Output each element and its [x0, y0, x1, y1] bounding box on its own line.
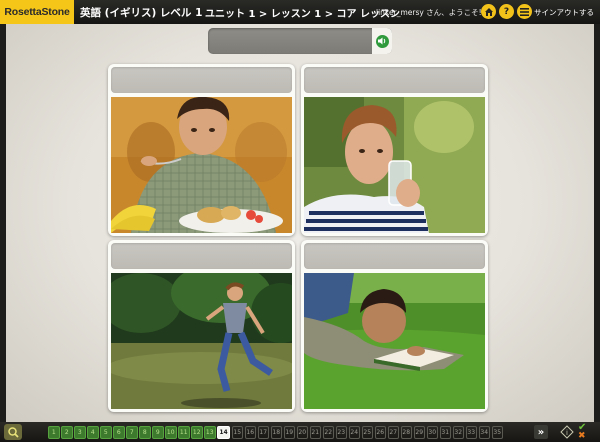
screen-progress: 1 2 3 4 5 6 7 8 9 10 11 12 13 14 15 16 17 18 19 20 21 22 23 24 2… — [48, 426, 503, 439]
screen-tile-26[interactable]: 26 — [374, 426, 386, 439]
screen-tile-7[interactable]: 7 — [126, 426, 138, 439]
answer-card-drinking[interactable] — [301, 64, 488, 236]
screen-tile-9[interactable]: 9 — [152, 426, 164, 439]
screen-tile-28[interactable]: 28 — [400, 426, 412, 439]
photo-boy-reading — [304, 273, 485, 409]
card-label — [304, 67, 485, 93]
screen-tile-11[interactable]: 11 — [178, 426, 190, 439]
screen-tile-32[interactable]: 32 — [452, 426, 464, 439]
bottom-bar: 1 2 3 4 5 6 7 8 9 10 11 12 13 14 15 16 17 18 19 20 21 22 23 24 2… — [0, 422, 600, 442]
screen-tile-13[interactable]: 13 — [204, 426, 216, 439]
prompt-text-box — [208, 28, 392, 54]
screen-tile-24[interactable]: 24 — [348, 426, 360, 439]
screen-tile-27[interactable]: 27 — [387, 426, 399, 439]
screen-tile-3[interactable]: 3 — [74, 426, 86, 439]
svg-text:i: i — [566, 429, 568, 437]
screen-nav-icon[interactable] — [4, 424, 22, 440]
answer-card-running[interactable] — [108, 240, 295, 412]
signout-link[interactable]: サインアウトする — [534, 7, 594, 18]
info-icon[interactable]: i — [559, 424, 575, 440]
screen-tile-31[interactable]: 31 — [439, 426, 451, 439]
photo-boy-drinking — [304, 97, 485, 233]
screen-tile-10[interactable]: 10 — [165, 426, 177, 439]
screen-tile-8[interactable]: 8 — [139, 426, 151, 439]
screen-tile-35[interactable]: 35 — [491, 426, 503, 439]
screen-tile-30[interactable]: 30 — [426, 426, 438, 439]
card-label — [304, 243, 485, 269]
next-screens-button[interactable]: » — [534, 425, 548, 439]
screen-tile-4[interactable]: 4 — [87, 426, 99, 439]
card-label — [111, 67, 292, 93]
course-title: 英語 (イギリス) レベル 1 — [80, 6, 203, 19]
photo-boy-running — [111, 273, 292, 409]
screen-tile-21[interactable]: 21 — [309, 426, 321, 439]
rosetta-stone-logo: RosettaStone — [0, 0, 74, 24]
answer-card-eating[interactable] — [108, 64, 295, 236]
menu-icon[interactable] — [517, 4, 532, 19]
screen-tile-33[interactable]: 33 — [465, 426, 477, 439]
audio-button[interactable] — [372, 28, 392, 54]
screen-tile-34[interactable]: 34 — [478, 426, 490, 439]
screen-tile-12[interactable]: 12 — [191, 426, 203, 439]
screen-tile-17[interactable]: 17 — [257, 426, 269, 439]
screen-tile-25[interactable]: 25 — [361, 426, 373, 439]
screen-tile-2[interactable]: 2 — [61, 426, 73, 439]
screen-tile-22[interactable]: 22 — [322, 426, 334, 439]
screen-tile-5[interactable]: 5 — [100, 426, 112, 439]
home-icon[interactable] — [481, 4, 496, 19]
screen-tile-16[interactable]: 16 — [244, 426, 256, 439]
cross-icon: ✖ — [578, 431, 586, 441]
screen-tile-29[interactable]: 29 — [413, 426, 425, 439]
screen-tile-14[interactable]: 14 — [217, 426, 230, 439]
top-bar: RosettaStone 英語 (イギリス) レベル 1 ユニット 1 > レッ… — [0, 0, 600, 24]
help-icon[interactable]: ? — [499, 4, 514, 19]
answer-card-reading[interactable] — [301, 240, 488, 412]
screen-tile-6[interactable]: 6 — [113, 426, 125, 439]
screen-tile-1[interactable]: 1 — [48, 426, 60, 439]
card-label — [111, 243, 292, 269]
welcome-text: linker_mersy さん、ようこそ! — [376, 8, 482, 17]
lesson-stage — [6, 24, 594, 422]
screen-tile-23[interactable]: 23 — [335, 426, 347, 439]
screen-tile-20[interactable]: 20 — [296, 426, 308, 439]
screen-tile-15[interactable]: 15 — [231, 426, 243, 439]
screen-tile-18[interactable]: 18 — [270, 426, 282, 439]
photo-boy-eating — [111, 97, 292, 233]
speaker-icon — [375, 34, 389, 48]
screen-tile-19[interactable]: 19 — [283, 426, 295, 439]
breadcrumb: ユニット 1 > レッスン 1 > コア レッスン — [205, 9, 401, 20]
